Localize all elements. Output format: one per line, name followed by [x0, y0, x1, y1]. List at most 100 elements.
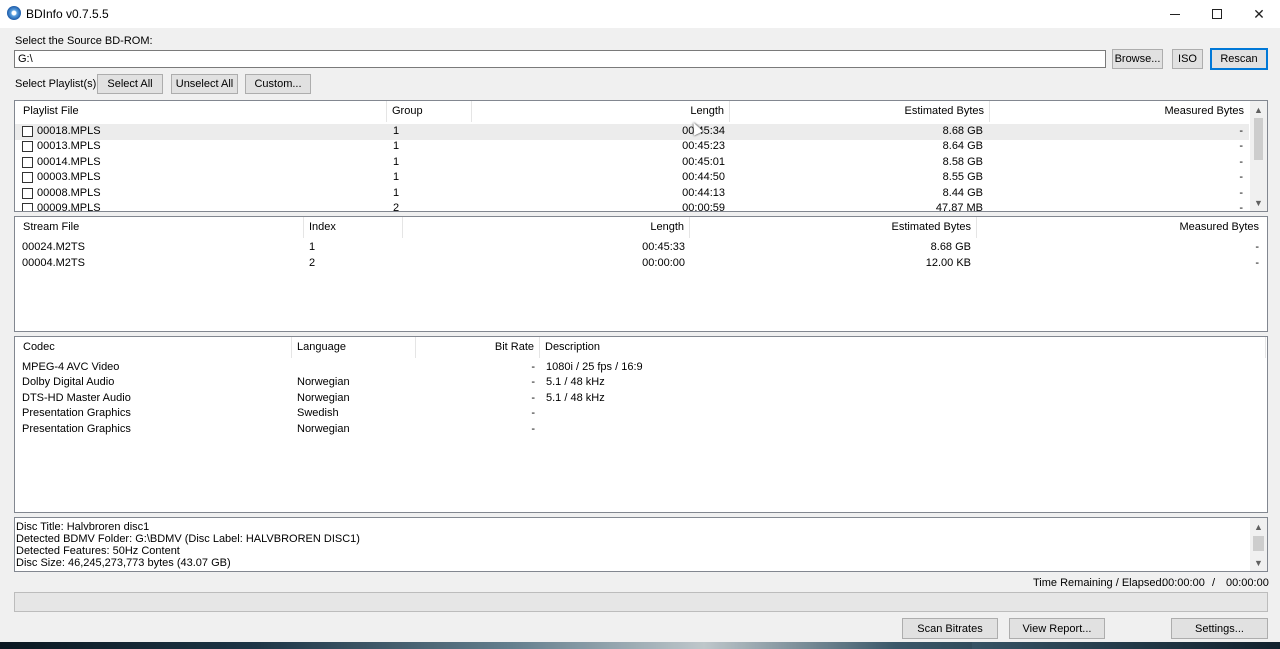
scroll-down-icon[interactable]: ▼	[1250, 554, 1267, 571]
playlist-list[interactable]: Playlist File Group Length Estimated Byt…	[14, 100, 1268, 212]
length-cell: 00:44:50	[682, 171, 725, 183]
rescan-button[interactable]: Rescan	[1210, 48, 1268, 70]
length-cell: 00:45:33	[642, 241, 685, 253]
header-playlist-file[interactable]: Playlist File	[18, 101, 386, 122]
close-icon[interactable]: ✕	[1237, 0, 1280, 28]
length-cell: 00:44:13	[682, 187, 725, 199]
codec-cell: DTS-HD Master Audio	[22, 392, 131, 404]
measured-bytes-cell: -	[1239, 171, 1243, 183]
desktop-background	[0, 642, 1280, 649]
source-label: Select the Source BD-ROM:	[15, 35, 153, 47]
scan-bitrates-button[interactable]: Scan Bitrates	[902, 618, 998, 639]
header-description[interactable]: Description	[540, 337, 1240, 358]
iso-button[interactable]: ISO	[1172, 49, 1203, 69]
source-path-input[interactable]: G:\	[14, 50, 1106, 68]
codec-row[interactable]: Presentation Graphics Swedish -	[15, 406, 1267, 422]
header-estimated-bytes[interactable]: Estimated Bytes	[730, 101, 989, 122]
language-cell: Norwegian	[297, 392, 350, 404]
unselect-all-button[interactable]: Unselect All	[171, 74, 238, 94]
disc-info-textarea[interactable]: Disc Title: Halvbroren disc1 Detected BD…	[14, 517, 1268, 572]
header-measured-bytes[interactable]: Measured Bytes	[977, 217, 1264, 238]
codec-list[interactable]: Codec Language Bit Rate Description MPEG…	[14, 336, 1268, 513]
scan-progress-bar	[14, 592, 1268, 612]
row-checkbox[interactable]	[22, 141, 33, 152]
description-cell: 5.1 / 48 kHz	[546, 376, 605, 388]
row-checkbox[interactable]	[22, 203, 33, 211]
browse-button[interactable]: Browse...	[1112, 49, 1163, 69]
bit-rate-cell: -	[531, 376, 535, 388]
scroll-thumb[interactable]	[1253, 536, 1264, 551]
header-measured-bytes[interactable]: Measured Bytes	[990, 101, 1249, 122]
group-cell: 2	[393, 202, 400, 212]
bit-rate-cell: -	[531, 361, 535, 373]
header-length[interactable]: Length	[403, 217, 689, 238]
bit-rate-cell: -	[531, 407, 535, 419]
header-length[interactable]: Length	[472, 101, 729, 122]
playlist-row[interactable]: 00003.MPLS 1 00:44:50 8.55 GB -	[15, 170, 1249, 186]
estimated-bytes-cell: 8.55 GB	[942, 171, 983, 183]
playlist-scrollbar[interactable]: ▲ ▼	[1250, 101, 1267, 211]
playlist-file-cell: 00018.MPLS	[37, 125, 101, 137]
playlist-row[interactable]: 00008.MPLS 1 00:44:13 8.44 GB -	[15, 186, 1249, 202]
length-cell: 00:45:34	[682, 125, 725, 137]
description-cell: 1080i / 25 fps / 16:9	[546, 361, 643, 373]
header-group[interactable]: Group	[387, 101, 471, 122]
info-line: Detected Features: 50Hz Content	[16, 545, 180, 557]
row-checkbox[interactable]	[22, 188, 33, 199]
scroll-up-icon[interactable]: ▲	[1250, 101, 1267, 118]
estimated-bytes-cell: 47.87 MB	[935, 202, 983, 212]
scroll-up-icon[interactable]: ▲	[1250, 518, 1267, 535]
info-line: Detected BDMV Folder: G:\BDMV (Disc Labe…	[16, 533, 360, 545]
index-cell: 2	[309, 257, 316, 269]
view-report-button[interactable]: View Report...	[1009, 618, 1105, 639]
measured-bytes-cell: -	[1255, 257, 1259, 269]
maximize-icon[interactable]	[1195, 0, 1239, 28]
group-cell: 1	[393, 171, 400, 183]
playlist-row[interactable]: 00018.MPLS 1 00:45:34 8.68 GB -	[15, 124, 1249, 140]
header-index[interactable]: Index	[304, 217, 402, 238]
select-all-button[interactable]: Select All	[97, 74, 163, 94]
codec-row[interactable]: MPEG-4 AVC Video - 1080i / 25 fps / 16:9	[15, 360, 1267, 376]
language-cell: Norwegian	[297, 376, 350, 388]
description-cell: 5.1 / 48 kHz	[546, 392, 605, 404]
custom-button[interactable]: Custom...	[245, 74, 311, 94]
measured-bytes-cell: -	[1239, 125, 1243, 137]
disc-icon	[7, 6, 21, 20]
codec-row[interactable]: Presentation Graphics Norwegian -	[15, 422, 1267, 438]
stream-row[interactable]: 00004.M2TS 2 00:00:00 12.00 KB -	[15, 256, 1267, 272]
playlist-row[interactable]: 00009.MPLS 2 00:00:59 47.87 MB -	[15, 201, 1249, 212]
time-separator: /	[1212, 577, 1216, 589]
stream-list[interactable]: Stream File Index Length Estimated Bytes…	[14, 216, 1268, 332]
header-estimated-bytes[interactable]: Estimated Bytes	[690, 217, 976, 238]
scroll-down-icon[interactable]: ▼	[1250, 194, 1267, 211]
scroll-thumb[interactable]	[1254, 118, 1263, 160]
bit-rate-cell: -	[531, 423, 535, 435]
header-stream-file[interactable]: Stream File	[18, 217, 303, 238]
group-cell: 1	[393, 140, 400, 152]
length-cell: 00:45:01	[682, 156, 725, 168]
settings-button[interactable]: Settings...	[1171, 618, 1268, 639]
row-checkbox[interactable]	[22, 172, 33, 183]
codec-row[interactable]: DTS-HD Master Audio Norwegian - 5.1 / 48…	[15, 391, 1267, 407]
header-codec[interactable]: Codec	[18, 337, 291, 358]
playlist-row[interactable]: 00013.MPLS 1 00:45:23 8.64 GB -	[15, 139, 1249, 155]
row-checkbox[interactable]	[22, 126, 33, 137]
estimated-bytes-cell: 8.44 GB	[942, 187, 983, 199]
header-divider	[1265, 337, 1266, 358]
header-bit-rate[interactable]: Bit Rate	[416, 337, 539, 358]
info-scrollbar[interactable]: ▲ ▼	[1250, 518, 1267, 571]
stream-row[interactable]: 00024.M2TS 1 00:45:33 8.68 GB -	[15, 240, 1267, 256]
length-cell: 00:00:00	[642, 257, 685, 269]
info-line: Disc Title: Halvbroren disc1	[16, 521, 150, 533]
stream-file-cell: 00004.M2TS	[22, 257, 85, 269]
codec-row[interactable]: Dolby Digital Audio Norwegian - 5.1 / 48…	[15, 375, 1267, 391]
playlist-file-cell: 00013.MPLS	[37, 140, 101, 152]
codec-cell: Presentation Graphics	[22, 423, 131, 435]
measured-bytes-cell: -	[1239, 140, 1243, 152]
measured-bytes-cell: -	[1255, 241, 1259, 253]
header-language[interactable]: Language	[292, 337, 415, 358]
playlist-row[interactable]: 00014.MPLS 1 00:45:01 8.58 GB -	[15, 155, 1249, 171]
stream-file-cell: 00024.M2TS	[22, 241, 85, 253]
row-checkbox[interactable]	[22, 157, 33, 168]
minimize-icon[interactable]	[1153, 0, 1197, 28]
